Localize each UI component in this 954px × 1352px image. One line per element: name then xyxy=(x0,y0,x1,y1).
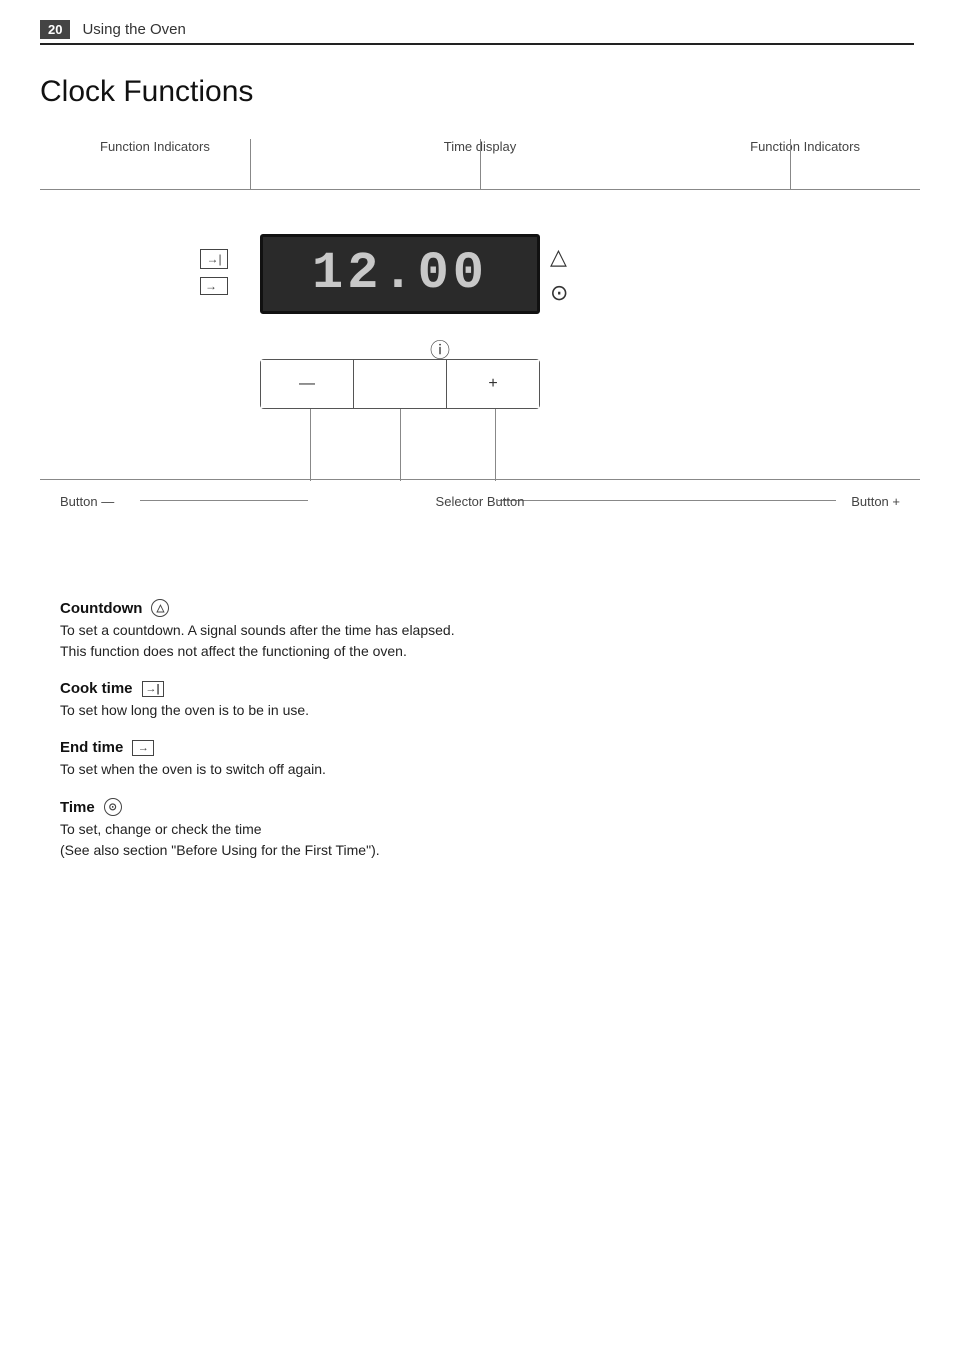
desc-countdown: Countdown △ To set a countdown. A signal… xyxy=(60,599,894,662)
desc-countdown-text1: To set a countdown. A signal sounds afte… xyxy=(60,620,894,641)
desc-end-time-heading: End time → xyxy=(60,739,894,756)
bell-icon: △ xyxy=(550,244,568,270)
desc-time-heading: Time ⊙ xyxy=(60,798,894,816)
hline-bottom xyxy=(40,479,920,480)
section-title: Clock Functions xyxy=(40,75,914,109)
left-icons: →| → xyxy=(200,249,228,295)
vline-btn-left xyxy=(310,409,311,481)
bottom-label-minus: Button — xyxy=(60,494,114,509)
header-bar: 20 Using the Oven xyxy=(40,20,914,45)
page-number: 20 xyxy=(40,20,70,39)
end-time-heading-icon: → xyxy=(132,740,154,756)
countdown-bell-icon: △ xyxy=(151,599,169,617)
descriptions: Countdown △ To set a countdown. A signal… xyxy=(40,599,914,861)
bottom-labels: Button — Selector Button Button + xyxy=(40,494,920,509)
desc-countdown-heading: Countdown △ xyxy=(60,599,894,617)
time-heading-icon: ⊙ xyxy=(104,798,122,816)
clock-icon: ⊙ xyxy=(550,280,568,306)
desc-end-time-text: To set when the oven is to switch off ag… xyxy=(60,759,894,780)
button-minus[interactable]: — xyxy=(261,360,354,408)
diagram: Function Indicators Time display Functio… xyxy=(40,139,920,559)
desc-time-text1: To set, change or check the time xyxy=(60,819,894,840)
desc-countdown-text2: This function does not affect the functi… xyxy=(60,641,894,662)
button-plus[interactable]: + xyxy=(447,360,539,408)
end-time-icon: → xyxy=(200,277,228,295)
bottom-label-selector: Selector Button xyxy=(436,494,525,509)
time-label: Time xyxy=(60,799,95,816)
cook-time-icon: →| xyxy=(200,249,228,269)
right-icons: △ ⊙ xyxy=(550,244,568,306)
vline-btn-center xyxy=(400,409,401,481)
desc-cook-time-text: To set how long the oven is to be in use… xyxy=(60,700,894,721)
label-function-indicators-left: Function Indicators xyxy=(100,139,210,154)
desc-cook-time: Cook time →| To set how long the oven is… xyxy=(60,680,894,721)
header-title: Using the Oven xyxy=(82,21,185,38)
digital-time: 12.00 xyxy=(312,248,488,300)
buttons-row: — + xyxy=(260,359,540,409)
hline-top xyxy=(40,189,920,190)
cook-time-label: Cook time xyxy=(60,680,133,697)
desc-end-time: End time → To set when the oven is to sw… xyxy=(60,739,894,780)
desc-time-text2: (See also section "Before Using for the … xyxy=(60,840,894,861)
cook-time-heading-icon: →| xyxy=(142,681,164,697)
bottom-label-plus: Button + xyxy=(851,494,900,509)
vline-left-indicator xyxy=(250,139,251,189)
desc-time: Time ⊙ To set, change or check the time … xyxy=(60,798,894,861)
countdown-label: Countdown xyxy=(60,600,142,617)
label-function-indicators-right: Function Indicators xyxy=(750,139,860,154)
end-time-label: End time xyxy=(60,739,123,756)
digital-display: 12.00 xyxy=(260,234,540,314)
vline-center-indicator xyxy=(480,139,481,189)
desc-cook-time-heading: Cook time →| xyxy=(60,680,894,697)
vline-right-indicator xyxy=(790,139,791,189)
vline-btn-right xyxy=(495,409,496,481)
button-selector[interactable] xyxy=(354,360,447,408)
